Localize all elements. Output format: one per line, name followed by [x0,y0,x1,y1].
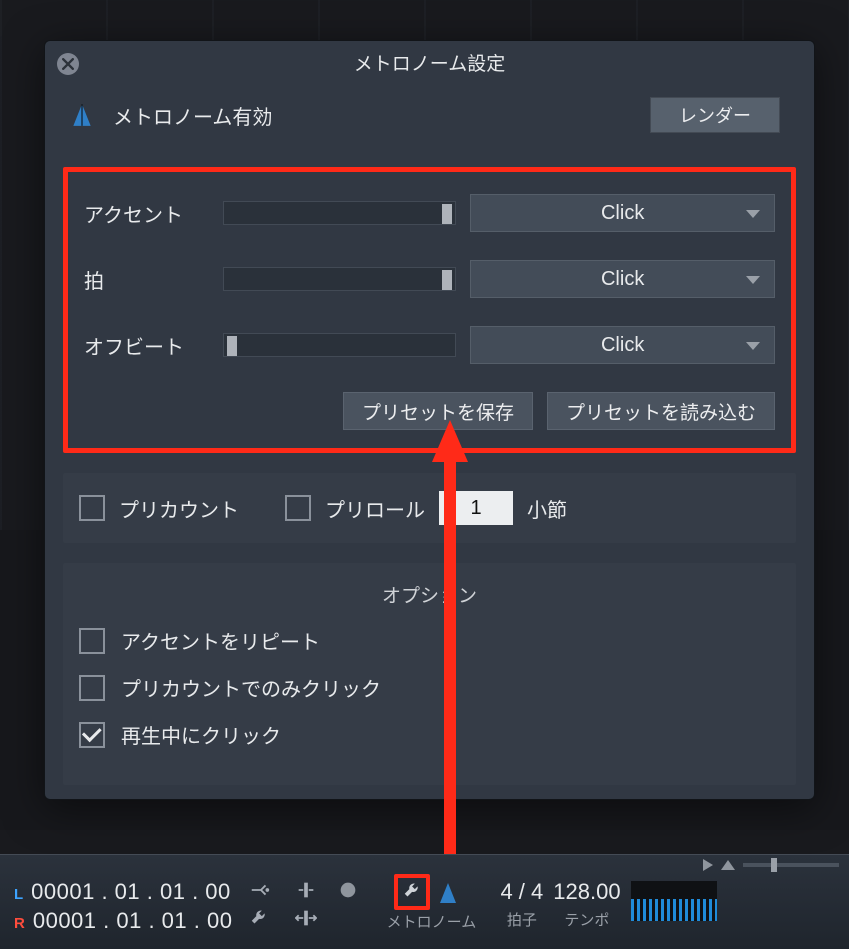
transport-bar: L 00001 . 01 . 01 . 00 R 00001 . 01 . 01… [0,854,849,949]
return-to-start-icon[interactable] [721,860,735,870]
slider-thumb[interactable] [442,204,452,224]
chevron-down-icon [746,276,760,284]
preroll-bars-input[interactable]: 1 [439,491,513,525]
click-during-play-label: 再生中にクリック [121,720,281,749]
beat-sound-dropdown[interactable]: Click [470,260,775,298]
play-icon[interactable] [703,859,713,871]
metronome-icon [69,102,95,128]
metronome-column: メトロノーム [372,879,490,932]
offbeat-label: オフビート [84,331,209,360]
chevron-down-icon [746,342,760,350]
timesig-label: 拍子 [507,909,537,930]
locator-l-label: L [14,886,23,903]
beat-label: 拍 [84,265,209,294]
slider-thumb[interactable] [227,336,237,356]
record-icon[interactable] [337,879,359,901]
preroll-checkbox[interactable] [285,495,311,521]
locator-r-value[interactable]: 00001 . 01 . 01 . 00 [33,908,233,934]
dialog-titlebar: メトロノーム設定 [45,41,814,83]
bars-label: 小節 [527,494,567,523]
close-button[interactable] [57,53,79,75]
enable-row: メトロノーム有効 レンダー [63,83,796,155]
timecode-column: L 00001 . 01 . 01 . 00 R 00001 . 01 . 01… [14,879,232,934]
metronome-icon[interactable] [436,881,460,905]
output-meter [631,881,717,921]
precount-block: プリカウント プリロール 1 小節 [63,473,796,543]
locator-l-value[interactable]: 00001 . 01 . 01 . 00 [31,879,231,905]
offbeat-sound-dropdown[interactable]: Click [470,326,775,364]
meter-bars [631,899,717,921]
close-icon [62,58,74,70]
dropdown-value: Click [601,268,644,291]
locator-r-label: R [14,915,25,932]
chevron-down-icon [746,210,760,218]
annotation-highlight-box [394,874,430,910]
tempo-column: 128.00 テンポ [553,879,620,930]
offbeat-row: オフビート Click [84,326,775,364]
repeat-accent-label: アクセントをリピート [121,626,320,655]
load-preset-button[interactable]: プリセットを読み込む [547,392,775,430]
preset-buttons: プリセットを保存 プリセットを読み込む [84,392,775,430]
repeat-accent-checkbox[interactable] [79,628,105,654]
preroll-label: プリロール [325,494,425,523]
tool-icon-a1[interactable] [249,879,271,901]
slider-thumb[interactable] [771,858,777,872]
tool-icon-b1[interactable] [295,879,317,901]
zoom-slider[interactable] [743,863,839,867]
dropdown-value: Click [601,334,644,357]
save-preset-button[interactable]: プリセットを保存 [343,392,533,430]
render-button[interactable]: レンダー [650,97,780,133]
click-precount-only-checkbox[interactable] [79,675,105,701]
tool-icons-group [242,879,362,929]
metronome-settings-dialog: メトロノーム設定 メトロノーム有効 レンダー アクセント Click 拍 Cli… [44,40,815,800]
dropdown-value: Click [601,202,644,225]
transport-mini-controls [0,855,849,875]
accent-sound-dropdown[interactable]: Click [470,194,775,232]
accent-label: アクセント [84,199,209,228]
wrench-icon[interactable] [249,907,271,929]
timesig-value[interactable]: 4 / 4 [500,879,543,905]
precount-checkbox[interactable] [79,495,105,521]
accent-level-slider[interactable] [223,201,457,225]
click-during-play-checkbox[interactable] [79,722,105,748]
metronome-label: メトロノーム [387,911,477,932]
slider-thumb[interactable] [442,270,452,290]
click-precount-only-label: プリカウントでのみクリック [121,673,381,702]
beat-row: 拍 Click [84,260,775,298]
precount-label: プリカウント [119,494,239,523]
options-heading: オプション [79,581,780,608]
tempo-label: テンポ [564,909,609,930]
enable-label: メトロノーム有効 [113,101,272,130]
timesig-column: 4 / 4 拍子 [500,879,543,930]
tempo-value[interactable]: 128.00 [553,879,620,905]
sound-section-highlight: アクセント Click 拍 Click オフビート Click プリセットを [63,167,796,453]
options-block: オプション アクセントをリピート プリカウントでのみクリック 再生中にクリック [63,563,796,785]
tool-icon-b2[interactable] [295,907,317,929]
beat-level-slider[interactable] [223,267,457,291]
dialog-title: メトロノーム設定 [354,49,505,76]
offbeat-level-slider[interactable] [223,333,457,357]
accent-row: アクセント Click [84,194,775,232]
